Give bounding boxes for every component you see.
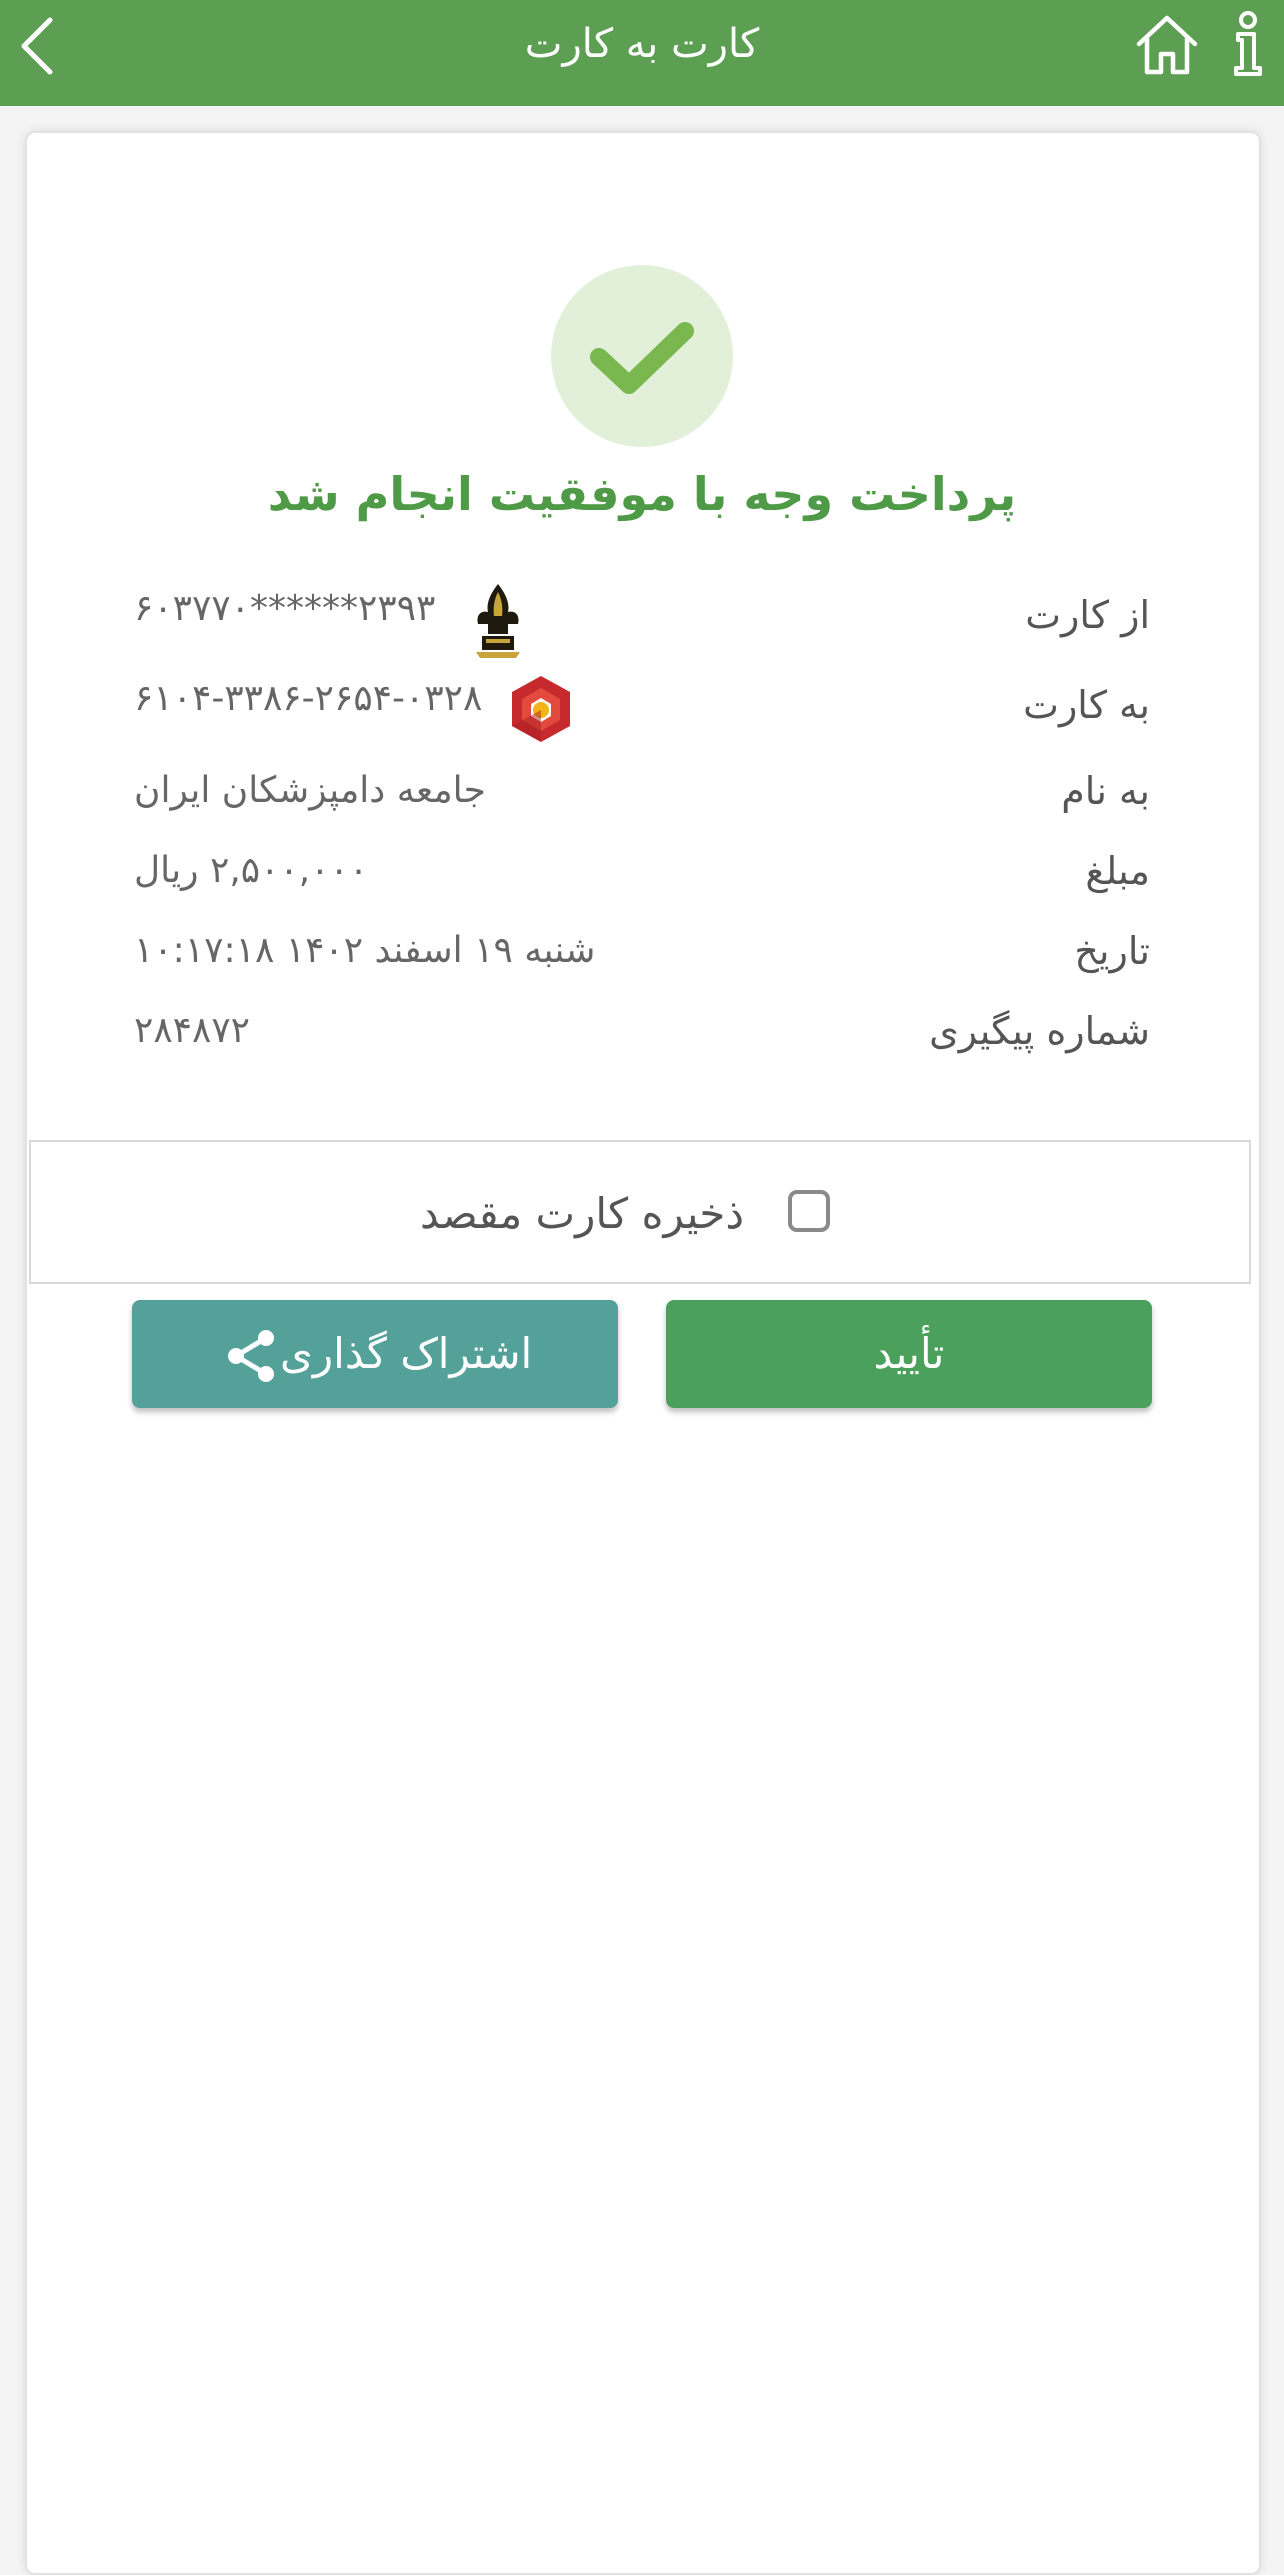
success-message: پرداخت وجه با موفقیت انجام شد	[267, 467, 1017, 521]
tracking-label: شماره پیگیری	[929, 1009, 1150, 1053]
save-card-checkbox[interactable]	[788, 1190, 830, 1232]
home-icon	[1136, 15, 1198, 75]
share-icon	[228, 1330, 274, 1382]
checkmark-icon	[590, 322, 694, 394]
amount-label: مبلغ	[1085, 849, 1150, 893]
share-button-label: اشتراک گذاری	[280, 1329, 533, 1378]
name-value: جامعه دامپزشکان ایران	[134, 770, 486, 811]
app-header: کارت به کارت	[0, 0, 1284, 106]
home-button[interactable]	[1133, 10, 1201, 78]
to-card-label: به کارت	[1023, 683, 1150, 727]
share-button[interactable]: اشتراک گذاری	[132, 1300, 618, 1408]
confirm-button[interactable]: تأیید	[666, 1300, 1152, 1408]
amount-value: ۲,۵۰۰,۰۰۰ ریال	[134, 850, 369, 891]
tracking-value: ۲۸۴۸۷۲	[134, 1010, 251, 1051]
date-label: تاریخ	[1074, 929, 1150, 973]
to-card-value: ۶۱۰۴-۳۳۸۶-۲۶۵۴-۰۳۲۸	[134, 678, 483, 719]
page-title: کارت به کارت	[524, 21, 760, 67]
success-badge	[551, 265, 733, 447]
confirm-button-label: تأیید	[873, 1329, 945, 1378]
bank-mellat-logo	[506, 674, 576, 744]
from-card-label: از کارت	[1025, 593, 1150, 637]
from-card-value: ۶۰۳۷۷۰******۲۳۹۳	[134, 588, 436, 629]
bank-keshavarzi-logo	[466, 578, 530, 660]
name-label: به نام	[1061, 769, 1150, 813]
date-value: شنبه ۱۹ اسفند ۱۴۰۲ ۱۰:۱۷:۱۸	[134, 930, 596, 971]
info-icon	[1234, 11, 1262, 76]
save-card-label[interactable]: ذخیره کارت مقصد	[420, 1184, 744, 1244]
info-button[interactable]	[1228, 10, 1268, 78]
